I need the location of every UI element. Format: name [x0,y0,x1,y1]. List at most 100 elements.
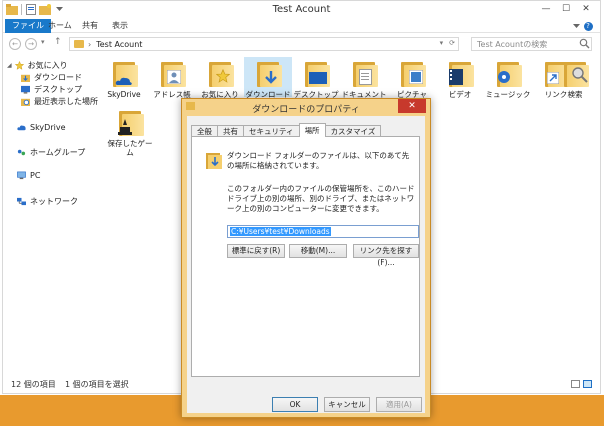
address-dropdown-button[interactable]: ▾ [440,39,444,47]
tab-view[interactable]: 表示 [105,19,135,33]
location-path-value: C:¥Users¥test¥Downloads [230,227,331,236]
location-panel: ダウンロード フォルダーのファイルは、以下のあて先の場所に格納されています。 こ… [191,136,420,377]
recent-places-icon [21,98,30,106]
close-button[interactable]: ✕ [576,3,596,15]
location-description: このフォルダー内のファイルの保管場所を、このハード ドライブ上の別の場所、別のド… [227,184,415,213]
item-count: 12 個の項目 [11,380,56,389]
folder-item-searches[interactable]: 検索 [551,59,599,99]
window-controls: — ☐ ✕ [536,3,596,15]
collapse-arrow-icon[interactable]: ◢ [7,62,12,69]
search-box[interactable]: Test Acountの検索 [471,37,592,51]
window-title: Test Acount [272,4,331,15]
nav-homegroup-label: ホームグループ [30,148,86,157]
folder-item-saved-games[interactable]: 保存したゲーム [106,108,154,157]
properties-dialog: ダウンロードのプロパティ ✕ 全般 共有 セキュリティ 場所 カスタマイズ ダウ… [181,98,431,418]
searches-folder-icon [558,59,592,87]
desktop-folder-icon [299,59,333,87]
breadcrumb-current[interactable]: Test Acount [96,40,142,49]
location-path-input[interactable]: C:¥Users¥test¥Downloads [227,225,419,238]
folder-item-skydrive[interactable]: SkyDrive [100,59,148,99]
folder-item-downloads[interactable]: ダウンロード [244,57,292,99]
ribbon-tabs: ファイル ホーム 共有 表示 ? [3,19,600,33]
folder-label: SkyDrive [107,90,141,99]
nav-item-recent-places[interactable]: 最近表示した場所 [21,96,98,107]
skydrive-folder-icon [107,59,141,87]
nav-pc[interactable]: PC [17,171,40,180]
documents-folder-icon [347,59,381,87]
folder-label: 検索 [567,90,583,99]
computer-icon [17,171,26,180]
forward-button[interactable]: → [25,38,37,50]
star-icon [14,61,24,70]
large-icons-view-icon[interactable] [583,380,592,388]
folder-item-documents[interactable]: ドキュメント [340,59,388,99]
folder-item-desktop[interactable]: デスクトップ [292,59,340,99]
cloud-icon [17,125,26,131]
folder-item-favorites[interactable]: お気に入り [196,59,244,99]
contacts-folder-icon [155,59,189,87]
tab-home[interactable]: ホーム [41,19,79,33]
help-icon: ? [583,21,593,31]
network-icon [17,197,26,206]
ribbon-right-controls: ? [570,21,594,31]
minimize-button[interactable]: — [536,3,556,15]
folder-item-pictures[interactable]: ピクチャ [388,59,436,99]
breadcrumb-separator-icon[interactable]: › [88,40,91,49]
nav-item-label: 最近表示した場所 [34,97,98,106]
dialog-close-button[interactable]: ✕ [398,99,426,113]
homegroup-icon [17,149,26,156]
downloads-folder-icon [251,59,285,87]
nav-item-label: デスクトップ [34,85,82,94]
nav-network-label: ネットワーク [30,197,78,206]
up-button[interactable]: ↑ [54,37,62,47]
dialog-body: 全般 共有 セキュリティ 場所 カスタマイズ ダウンロード フォルダーのファイル… [187,116,425,413]
dialog-tabs: 全般 共有 セキュリティ 場所 カスタマイズ [191,123,382,137]
folder-label: ミュージック [485,90,531,99]
nav-favorites[interactable]: ◢ お気に入り [7,60,68,71]
favorites-folder-icon [203,59,237,87]
chevron-down-icon[interactable] [570,21,582,31]
view-switcher [571,380,592,388]
dialog-title: ダウンロードのプロパティ [252,105,360,115]
folder-item-music[interactable]: ミュージック [484,59,532,99]
navigation-pane: ◢ お気に入り ダウンロード デスクトップ 最近表示した場所 SkyDrive … [3,56,99,374]
title-bar: Test Acount — ☐ ✕ [3,1,600,19]
nav-favorites-label: お気に入り [27,61,68,70]
downloads-folder-icon [204,150,224,170]
recent-locations-button[interactable]: ▾ [41,38,45,46]
tab-share[interactable]: 共有 [75,19,105,33]
folder-item-videos[interactable]: ビデオ [436,59,484,99]
nav-network[interactable]: ネットワーク [17,196,78,207]
download-icon [21,74,30,82]
music-folder-icon [491,59,525,87]
nav-skydrive-label: SkyDrive [30,123,66,132]
ok-button[interactable]: OK [272,397,318,412]
tab-location[interactable]: 場所 [298,123,326,137]
saved-games-folder-icon [113,108,147,136]
nav-item-desktop[interactable]: デスクトップ [21,84,82,95]
back-button[interactable]: ← [9,38,21,50]
nav-skydrive[interactable]: SkyDrive [17,123,66,132]
address-bar-controls: ▾ ⟳ [440,39,455,47]
videos-folder-icon [443,59,477,87]
nav-item-label: ダウンロード [34,73,82,82]
navigation-bar: ← → ▾ ↑ › Test Acount ▾ ⟳ Test Acountの検索 [3,34,600,54]
find-target-button[interactable]: リンク先を探す(F)... [353,244,419,267]
help-button[interactable]: ? [582,21,594,31]
refresh-button[interactable]: ⟳ [449,39,455,47]
nav-pc-label: PC [30,171,41,180]
apply-button[interactable]: 適用(A) [376,397,422,412]
nav-item-downloads[interactable]: ダウンロード [21,72,82,83]
cancel-button[interactable]: キャンセル [324,397,370,412]
maximize-button[interactable]: ☐ [556,3,576,15]
address-bar[interactable]: › Test Acount ▾ ⟳ [69,37,459,51]
search-icon[interactable] [579,38,591,50]
desktop-icon [21,85,30,94]
search-input[interactable]: Test Acountの検索 [477,39,579,50]
selected-count: 1 個の項目を選択 [65,380,129,389]
details-view-icon[interactable] [571,380,580,388]
folder-item-contacts[interactable]: アドレス帳 [148,59,196,99]
restore-default-button[interactable]: 標準に戻す(R) [227,244,285,258]
nav-homegroup[interactable]: ホームグループ [17,147,85,158]
move-button[interactable]: 移動(M)... [289,244,347,258]
